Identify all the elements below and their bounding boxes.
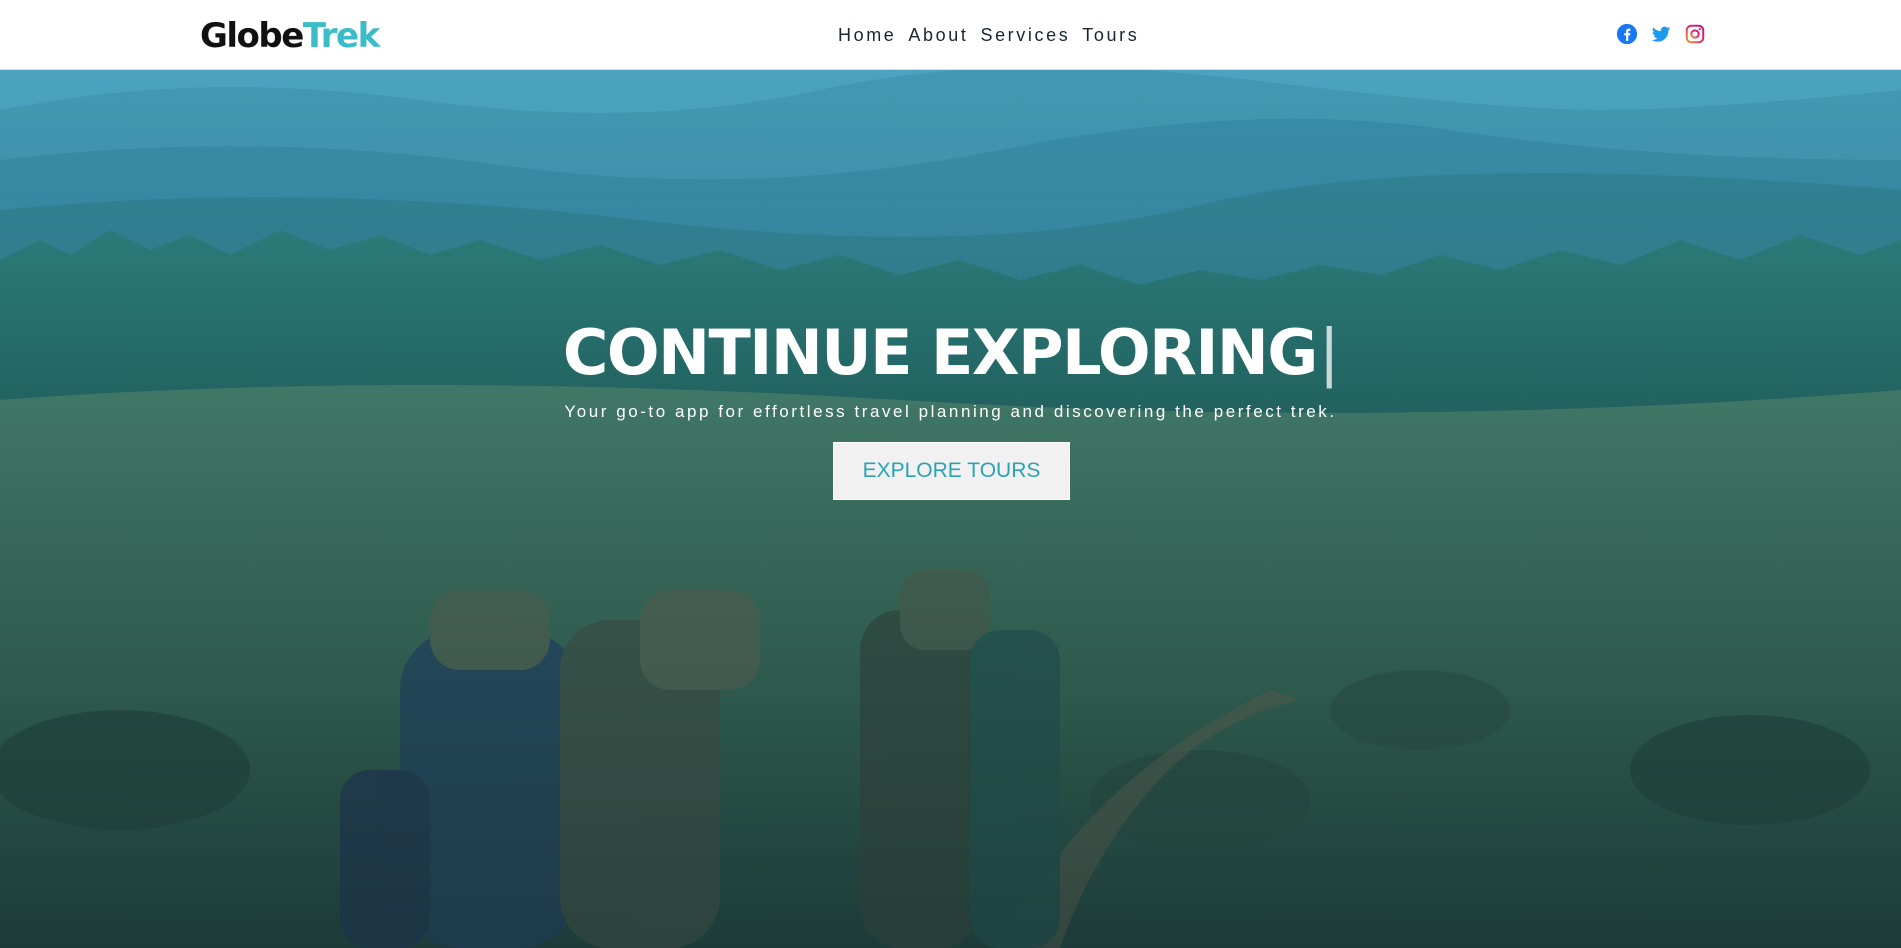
nav-link-tours[interactable]: Tours	[1082, 23, 1139, 47]
instagram-icon	[1685, 24, 1705, 44]
facebook-link[interactable]	[1616, 23, 1638, 45]
twitter-link[interactable]	[1650, 23, 1672, 45]
logo-text-globe: Globe	[200, 16, 304, 56]
hero-title-text: CONTINUE EXPLORING	[562, 316, 1318, 389]
logo[interactable]: GlobeTrek	[200, 14, 380, 58]
hero-overlay	[0, 70, 1901, 948]
social-links	[1616, 23, 1706, 45]
typing-cursor: |	[1318, 316, 1340, 389]
facebook-icon	[1616, 23, 1638, 45]
nav-link-services[interactable]: Services	[980, 23, 1070, 47]
navbar: GlobeTrek Home About Services Tours	[0, 0, 1901, 70]
main-nav: Home About Services Tours	[838, 23, 1139, 47]
logo-text-trek: Trek	[302, 16, 380, 56]
hero-title: CONTINUE EXPLORING|	[0, 313, 1901, 393]
hero-subtitle: Your go-to app for effortless travel pla…	[564, 402, 1337, 421]
hero-section	[0, 70, 1901, 948]
twitter-icon	[1651, 26, 1671, 42]
nav-link-home[interactable]: Home	[838, 23, 896, 47]
nav-link-about[interactable]: About	[908, 23, 968, 47]
instagram-link[interactable]	[1684, 23, 1706, 45]
explore-tours-button[interactable]: EXPLORE TOURS	[833, 442, 1070, 500]
